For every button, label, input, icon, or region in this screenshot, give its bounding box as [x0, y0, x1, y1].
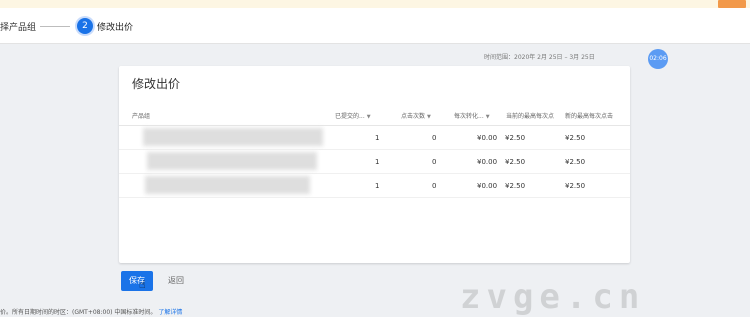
sort-down-icon: ▼: [485, 114, 490, 120]
card-title: 修改出价: [132, 77, 181, 91]
save-button[interactable]: 保存: [121, 271, 153, 291]
cell-new-max-cpc[interactable]: ¥2.50: [565, 158, 585, 166]
cell-new-max-cpc[interactable]: ¥2.50: [565, 182, 585, 190]
blurred-product-name: [147, 152, 317, 170]
watermark: zvge.cn: [460, 277, 646, 317]
cell-submitted: 1: [375, 182, 380, 190]
table-row[interactable]: 1 0 ¥0.00 ¥2.50 ¥2.50: [119, 126, 630, 150]
column-header-submitted[interactable]: 已提交的... ▼: [335, 111, 371, 120]
step-1-label[interactable]: 择产品组: [0, 20, 36, 33]
timezone-note-text: 价。所有日期时间的时区：(GMT+08:00) 中国标准时间。: [0, 309, 157, 316]
cell-current-max-cpc: ¥2.50: [505, 182, 526, 190]
cell-conversion: ¥0.00: [477, 158, 498, 166]
table-header: 产品组 已提交的... ▼ 点击次数 ▼ 每次转化... ▼ 当前的最高每次点 新的最…: [119, 105, 630, 126]
column-header-current-max-cpc: 当前的最高每次点: [506, 113, 555, 120]
avatar[interactable]: 02:06: [648, 49, 668, 69]
cell-submitted: 1: [375, 158, 380, 166]
cell-current-max-cpc: ¥2.50: [505, 134, 526, 142]
stepper-bar: 择产品组 2 修改出价: [0, 8, 750, 44]
blurred-product-name: [143, 128, 323, 146]
timezone-note: 价。所有日期时间的时区：(GMT+08:00) 中国标准时间。 了解详情: [0, 307, 182, 316]
cell-conversion: ¥0.00: [477, 134, 498, 142]
column-header-submitted-label: 已提交的...: [335, 113, 365, 120]
step-2-number: 2: [77, 18, 93, 34]
sort-down-icon: ▼: [427, 114, 431, 120]
cell-submitted: 1: [375, 134, 380, 142]
back-button[interactable]: 返回: [161, 271, 191, 291]
banner-badge[interactable]: [718, 0, 746, 8]
table-row[interactable]: 1 0 ¥0.00 ¥2.50 ¥2.50: [119, 150, 630, 174]
step-2-label: 修改出价: [97, 23, 134, 33]
learn-more-link[interactable]: 了解详情: [158, 309, 182, 316]
column-header-product: 产品组: [132, 113, 151, 120]
column-header-clicks-label: 点击次数: [401, 113, 426, 120]
column-header-new-max-cpc: 新的最高每次点击: [565, 113, 614, 120]
step-connector: [40, 26, 70, 27]
sort-down-icon: ▼: [366, 114, 371, 120]
cell-clicks: 0: [432, 134, 437, 142]
cell-conversion: ¥0.00: [477, 182, 498, 190]
pointer-cursor-icon: ☝: [139, 278, 146, 291]
column-header-conversion[interactable]: 每次转化... ▼: [454, 111, 490, 120]
table-row[interactable]: 1 0 ¥0.00 ¥2.50 ¥2.50: [119, 174, 630, 198]
cell-new-max-cpc[interactable]: ¥2.50: [565, 134, 585, 142]
column-header-clicks[interactable]: 点击次数 ▼: [401, 111, 431, 120]
blurred-product-name: [145, 176, 310, 194]
cell-clicks: 0: [432, 182, 437, 190]
cell-current-max-cpc: ¥2.50: [505, 158, 526, 166]
date-range-label: 时间范围：2020年 2月 25日 – 3月 25日: [484, 54, 595, 61]
cell-clicks: 0: [432, 158, 437, 166]
column-header-conversion-label: 每次转化...: [454, 113, 484, 120]
edit-bid-card: 修改出价 产品组 已提交的... ▼ 点击次数 ▼ 每次转化... ▼ 当前的最高每次…: [119, 66, 630, 263]
